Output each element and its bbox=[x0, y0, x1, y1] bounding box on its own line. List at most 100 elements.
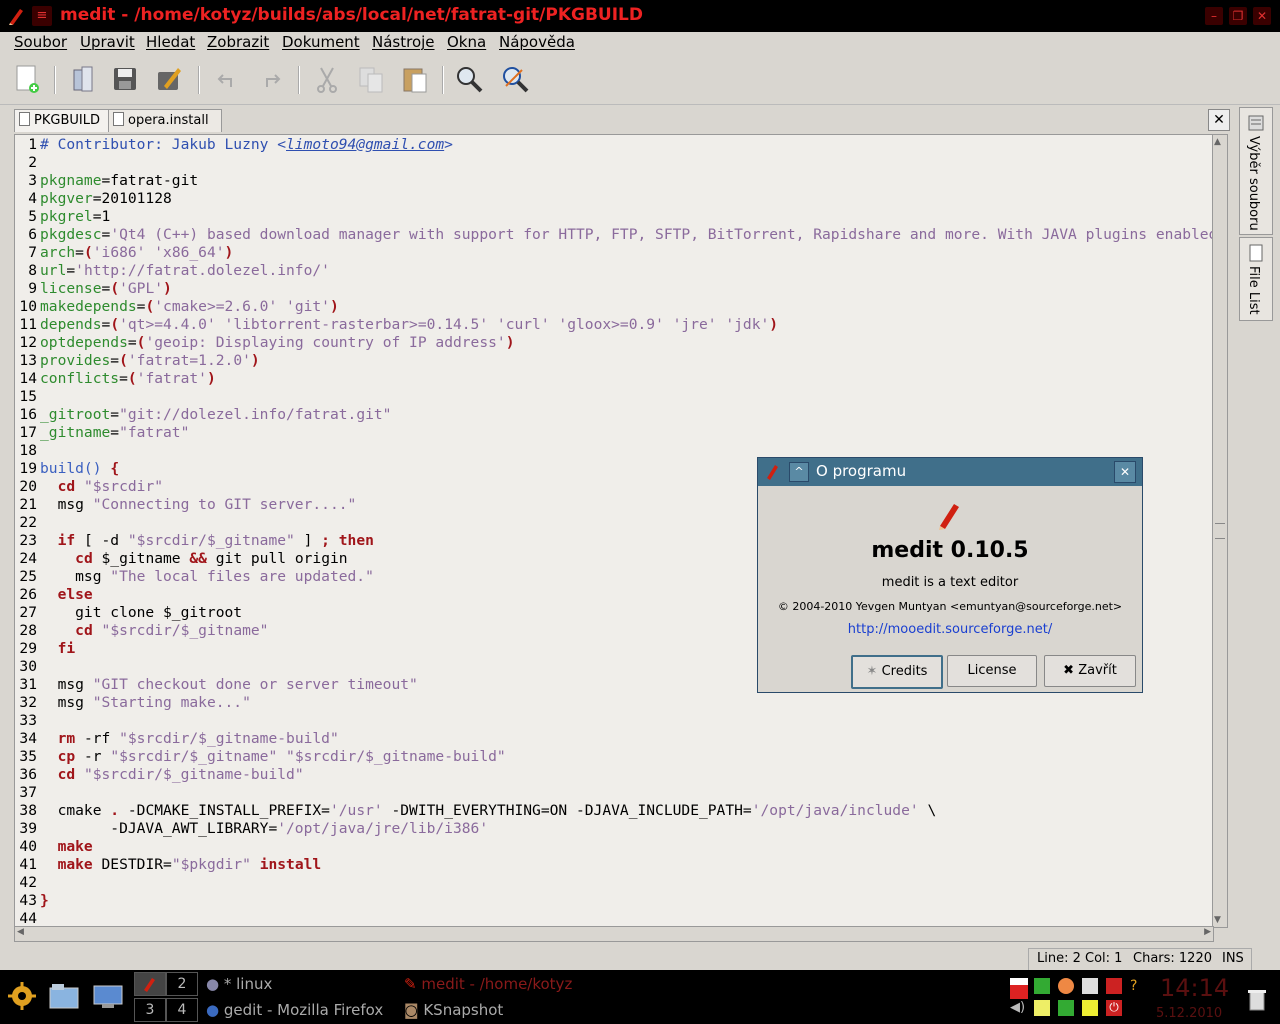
tab-pkgbuild[interactable]: PKGBUILD bbox=[14, 109, 116, 132]
code-token: "fatrat" bbox=[119, 424, 190, 441]
desktop-4-button[interactable]: 4 bbox=[166, 998, 198, 1022]
dictionary-icon[interactable] bbox=[1058, 1000, 1074, 1016]
credits-button[interactable]: ✶ Credits bbox=[851, 655, 943, 689]
find-replace-icon[interactable] bbox=[498, 62, 532, 96]
copy-icon[interactable] bbox=[354, 62, 388, 96]
editor-line[interactable]: 14 conflicts=('fatrat') bbox=[15, 370, 1213, 388]
volume-icon[interactable]: ◀) bbox=[1010, 1000, 1026, 1016]
editor-line[interactable]: 42 bbox=[15, 874, 1213, 892]
license-button[interactable]: License bbox=[947, 655, 1037, 687]
line-code: -DJAVA_AWT_LIBRARY='/opt/java/jre/lib/i3… bbox=[40, 820, 488, 838]
editor-line[interactable]: 13 provides=('fatrat=1.2.0') bbox=[15, 352, 1213, 370]
task-ksnapshot[interactable]: ◙ KSnapshot bbox=[404, 1001, 503, 1019]
editor-line[interactable]: 7 arch=('i686' 'x86_64') bbox=[15, 244, 1213, 262]
open-file-icon[interactable] bbox=[66, 62, 100, 96]
cut-icon[interactable] bbox=[310, 62, 344, 96]
editor-line[interactable]: 41 make DESTDIR="$pkgdir" install bbox=[15, 856, 1213, 874]
task-linux[interactable]: ● * linux bbox=[206, 975, 272, 993]
window-titlebar[interactable]: ≡ medit - /home/kotyz/builds/abs/local/n… bbox=[0, 0, 1280, 32]
save-file-icon[interactable] bbox=[108, 62, 142, 96]
menu-dokument[interactable]: Dokument bbox=[282, 33, 360, 51]
redo-icon[interactable] bbox=[254, 62, 288, 96]
menu-zobrazit[interactable]: Zobrazit bbox=[207, 33, 269, 51]
editor-line[interactable]: 17 _gitname="fatrat" bbox=[15, 424, 1213, 442]
editor-line[interactable]: 2 bbox=[15, 154, 1213, 172]
side-tab-file-selector[interactable]: Výběr souboru bbox=[1239, 107, 1273, 235]
new-file-icon[interactable] bbox=[10, 62, 44, 96]
pen-icon[interactable] bbox=[1082, 1000, 1098, 1016]
update-icon[interactable] bbox=[1106, 978, 1122, 994]
editor-line[interactable]: 43} bbox=[15, 892, 1213, 910]
editor-line[interactable]: 10 makedepends=('cmake>=2.6.0' 'git') bbox=[15, 298, 1213, 316]
editor-line[interactable]: 11 depends=('qt>=4.4.0' 'libtorrent-raste… bbox=[15, 316, 1213, 334]
code-token: [ -d bbox=[75, 532, 128, 549]
maximize-button[interactable]: ❐ bbox=[1229, 7, 1247, 25]
desktop-3-button[interactable]: 3 bbox=[134, 998, 166, 1022]
editor-line[interactable]: 5 pkgrel=1 bbox=[15, 208, 1213, 226]
editor-line[interactable]: 8 url='http://fatrat.dolezel.info/' bbox=[15, 262, 1213, 280]
dialog-titlebar[interactable]: ^ O programu ✕ bbox=[758, 458, 1142, 486]
line-number: 28 bbox=[19, 622, 37, 639]
close-dialog-button[interactable]: ✖ Zavřít bbox=[1044, 655, 1136, 687]
menu-soubor[interactable]: Soubor bbox=[14, 33, 67, 51]
keyboard-layout-icon[interactable] bbox=[1010, 978, 1028, 999]
editor-line[interactable]: 32 msg "Starting make..." bbox=[15, 694, 1213, 712]
menu-upravit[interactable]: Upravit bbox=[80, 33, 135, 51]
vertical-scrollbar[interactable]: ▲ ▼ bbox=[1212, 134, 1228, 928]
editor-line[interactable]: 38 cmake . -DCMAKE_INSTALL_PREFIX='/usr'… bbox=[15, 802, 1213, 820]
color-icon[interactable] bbox=[1058, 978, 1074, 994]
editor-line[interactable]: 15 bbox=[15, 388, 1213, 406]
editor-line[interactable]: 40 make bbox=[15, 838, 1213, 856]
clock-time[interactable]: 14:14 bbox=[1160, 974, 1229, 1002]
minimize-button[interactable]: – bbox=[1205, 7, 1223, 25]
paste-icon[interactable] bbox=[398, 62, 432, 96]
desktop-icon[interactable] bbox=[92, 982, 124, 1010]
editor-line[interactable]: 4 pkgver=20101128 bbox=[15, 190, 1213, 208]
save-as-icon[interactable] bbox=[152, 62, 186, 96]
side-tab-file-list[interactable]: File List bbox=[1239, 237, 1273, 321]
task-medit[interactable]: ✎ medit - /home/kotyz bbox=[404, 975, 572, 993]
code-token: = bbox=[75, 244, 84, 261]
trash-icon[interactable] bbox=[1246, 988, 1268, 1012]
editor-line[interactable]: 9 license=('GPL') bbox=[15, 280, 1213, 298]
menu-nastroje[interactable]: Nástroje bbox=[372, 33, 435, 51]
editor-line[interactable]: 39 -DJAVA_AWT_LIBRARY='/opt/java/jre/lib… bbox=[15, 820, 1213, 838]
desktop-1-button[interactable] bbox=[134, 972, 166, 996]
editor-line[interactable]: 36 cd "$srcdir/$_gitname-build" bbox=[15, 766, 1213, 784]
menu-napoveda[interactable]: Nápověda bbox=[499, 33, 575, 51]
editor-line[interactable]: 1 # Contributor: Jakub Luzny <limoto94@gm… bbox=[15, 136, 1213, 154]
menu-hledat[interactable]: Hledat bbox=[146, 33, 195, 51]
notes-icon[interactable] bbox=[1034, 1000, 1050, 1016]
help-icon[interactable]: ? bbox=[1130, 978, 1146, 994]
close-window-button[interactable]: ✕ bbox=[1253, 7, 1271, 25]
line-number: 25 bbox=[19, 568, 37, 585]
tab-opera-install[interactable]: opera.install bbox=[108, 109, 222, 132]
dialog-shade-button[interactable]: ^ bbox=[789, 462, 809, 482]
dialog-close-button[interactable]: ✕ bbox=[1114, 461, 1136, 483]
editor-line[interactable]: 33 bbox=[15, 712, 1213, 730]
horizontal-scrollbar[interactable]: ◀ ▶ bbox=[14, 926, 1214, 942]
editor-line[interactable]: 3 pkgname=fatrat-git bbox=[15, 172, 1213, 190]
find-icon[interactable] bbox=[452, 62, 486, 96]
power-icon[interactable]: ⏻ bbox=[1106, 1000, 1122, 1016]
website-link[interactable]: http://mooedit.sourceforge.net/ bbox=[758, 622, 1142, 637]
editor-line[interactable]: 12 optdepends=('geoip: Displaying country… bbox=[15, 334, 1213, 352]
window-menu-button[interactable]: ≡ bbox=[32, 6, 52, 26]
network-icon[interactable] bbox=[1034, 978, 1050, 994]
editor-line[interactable]: 37 bbox=[15, 784, 1213, 802]
close-tab-button[interactable]: ✕ bbox=[1208, 109, 1230, 131]
undo-icon[interactable] bbox=[210, 62, 244, 96]
editor-line[interactable]: 6 pkgdesc='Qt4 (C++) based download manag… bbox=[15, 226, 1213, 244]
line-number: 4 bbox=[28, 190, 37, 207]
editor-line[interactable]: 35 cp -r "$srcdir/$_gitname" "$srcdir/$_… bbox=[15, 748, 1213, 766]
code-token: "$srcdir/$_gitname" bbox=[110, 748, 278, 765]
clipboard-icon[interactable] bbox=[1082, 978, 1098, 994]
task-firefox[interactable]: ● gedit - Mozilla Firefox bbox=[206, 1001, 383, 1019]
file-manager-icon[interactable] bbox=[48, 982, 80, 1010]
desktop-2-button[interactable]: 2 bbox=[166, 972, 198, 996]
menu-okna[interactable]: Okna bbox=[447, 33, 486, 51]
code-token[interactable]: limoto94@gmail.com bbox=[286, 136, 444, 153]
kde-menu-icon[interactable] bbox=[6, 980, 38, 1012]
editor-line[interactable]: 16 _gitroot="git://dolezel.info/fatrat.gi… bbox=[15, 406, 1213, 424]
editor-line[interactable]: 34 rm -rf "$srcdir/$_gitname-build" bbox=[15, 730, 1213, 748]
